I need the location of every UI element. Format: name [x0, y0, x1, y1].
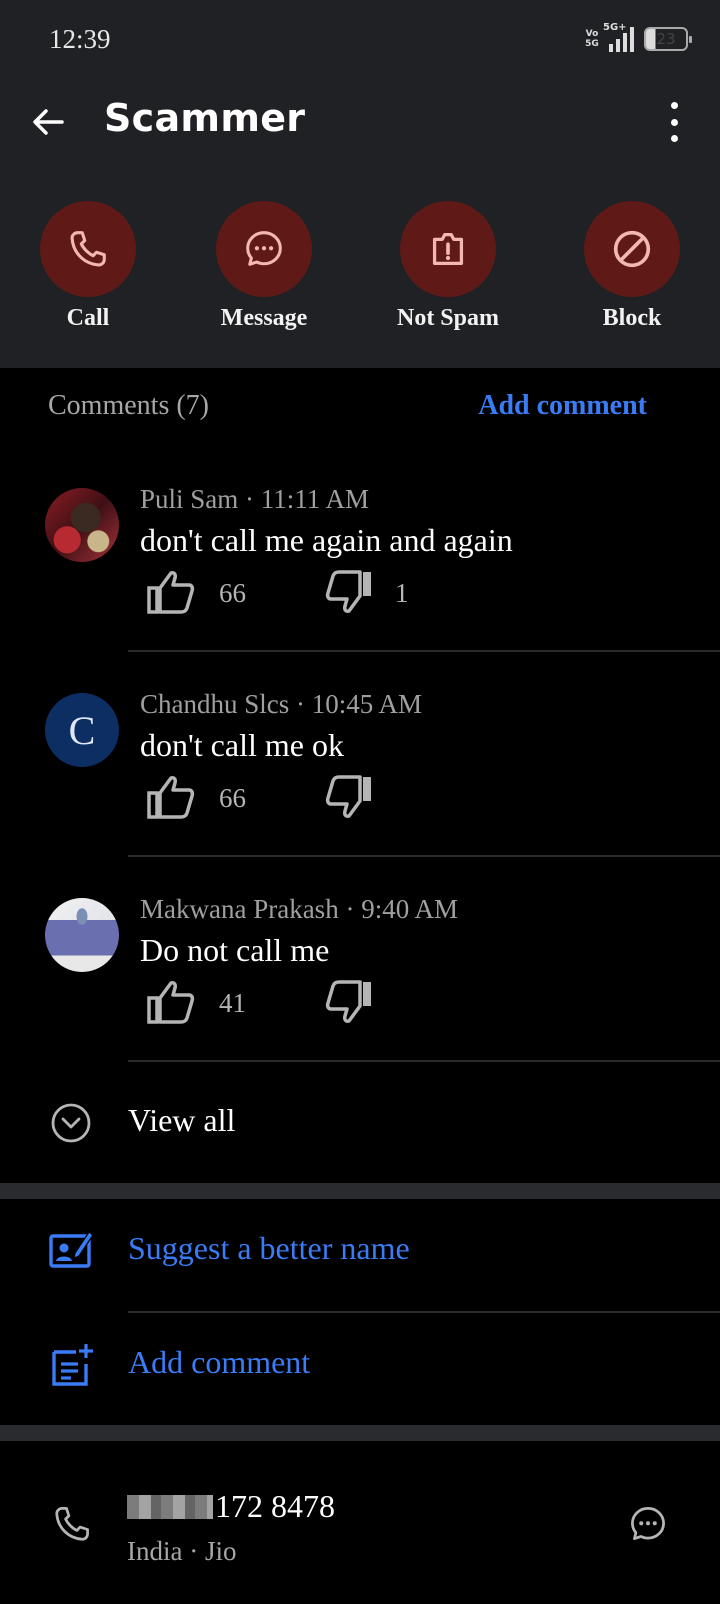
report-icon — [432, 232, 464, 266]
message-label: Message — [220, 305, 308, 331]
chat-bubble-icon — [246, 231, 282, 266]
more-options-icon[interactable] — [666, 102, 682, 142]
call-button[interactable]: Call — [18, 201, 158, 332]
thumbs-up-icon[interactable] — [146, 978, 196, 1026]
add-comment-label: Add comment — [128, 1344, 311, 1380]
call-label: Call — [66, 305, 110, 331]
comment-author: Chandhu Slcs — [140, 689, 290, 719]
battery-icon: 23 — [644, 27, 692, 51]
divider — [128, 1311, 720, 1313]
comment-time: 9:40 AM — [361, 894, 458, 924]
chat-bubble-icon[interactable] — [626, 1502, 670, 1546]
edit-contact-icon — [49, 1231, 94, 1268]
suggest-name-label: Suggest a better name — [128, 1230, 410, 1266]
phone-number: 172 8478 — [127, 1488, 335, 1525]
view-all-button[interactable]: View all — [0, 1090, 720, 1160]
divider — [128, 1060, 720, 1062]
comment-meta: Chandhu Slcs · 10:45 AM — [140, 689, 423, 719]
contact-number-row[interactable]: 172 8478 India · Jio — [0, 1458, 720, 1598]
add-comment-link[interactable]: Add comment — [478, 390, 647, 422]
comment-author: Makwana Prakash — [140, 894, 339, 924]
redacted-digits — [127, 1494, 213, 1519]
country: India — [127, 1536, 183, 1566]
phone-icon — [55, 1507, 89, 1541]
comment-time: 11:11 AM — [260, 484, 370, 514]
thumbs-up-icon[interactable] — [146, 568, 196, 616]
status-icons: Vo 5G 5G+ 23 — [585, 22, 692, 52]
section-separator — [0, 1425, 720, 1441]
back-arrow-icon[interactable] — [28, 102, 68, 142]
volte-icon: Vo 5G — [585, 29, 599, 49]
like-count: 66 — [219, 783, 246, 813]
top-app-bar: 12:39 Vo 5G 5G+ 23 Scammer Call Message … — [0, 0, 720, 368]
comment-time: 10:45 AM — [311, 689, 423, 719]
comment-item: Makwana Prakash · 9:40 AM Do not call me… — [0, 884, 720, 1090]
view-all-label: View all — [128, 1102, 236, 1138]
phone-icon — [70, 231, 106, 267]
divider — [128, 855, 720, 857]
block-icon — [613, 230, 651, 268]
block-button[interactable]: Block — [562, 201, 702, 332]
block-label: Block — [602, 305, 662, 331]
comment-item: C Chandhu Slcs · 10:45 AM don't call me … — [0, 679, 720, 885]
add-note-icon — [52, 1344, 93, 1386]
comment-text: don't call me again and again — [140, 522, 513, 558]
avatar[interactable] — [45, 488, 119, 562]
divider — [128, 650, 720, 652]
status-time: 12:39 — [49, 24, 111, 54]
like-count: 66 — [219, 578, 246, 608]
thumbs-down-icon[interactable] — [324, 773, 374, 821]
message-button[interactable]: Message — [194, 201, 334, 332]
add-comment-button[interactable]: Add comment — [0, 1324, 720, 1414]
comment-item: Puli Sam · 11:11 AM don't call me again … — [0, 474, 720, 680]
expand-circle-icon — [51, 1103, 91, 1143]
dislike-count: 1 — [395, 578, 409, 608]
avatar[interactable]: C — [45, 693, 119, 767]
not-spam-button[interactable]: Not Spam — [378, 201, 518, 332]
comments-count-heading: Comments (7) — [48, 390, 209, 421]
thumbs-down-icon[interactable] — [324, 568, 374, 616]
carrier: Jio — [204, 1536, 237, 1566]
page-title: Scammer — [104, 96, 306, 140]
thumbs-down-icon[interactable] — [324, 978, 374, 1026]
comment-meta: Puli Sam · 11:11 AM — [140, 484, 370, 514]
number-location: India · Jio — [127, 1536, 237, 1566]
avatar[interactable] — [45, 898, 119, 972]
phone-number-digits: 172 8478 — [215, 1488, 335, 1524]
comment-text: don't call me ok — [140, 727, 344, 763]
comment-author: Puli Sam — [140, 484, 239, 514]
comment-meta: Makwana Prakash · 9:40 AM — [140, 894, 458, 924]
like-count: 41 — [219, 988, 246, 1018]
not-spam-label: Not Spam — [396, 305, 499, 331]
comment-text: Do not call me — [140, 932, 330, 968]
suggest-name-button[interactable]: Suggest a better name — [0, 1210, 720, 1300]
thumbs-up-icon[interactable] — [146, 773, 196, 821]
signal-icon: 5G+ — [603, 22, 634, 52]
section-separator — [0, 1183, 720, 1199]
